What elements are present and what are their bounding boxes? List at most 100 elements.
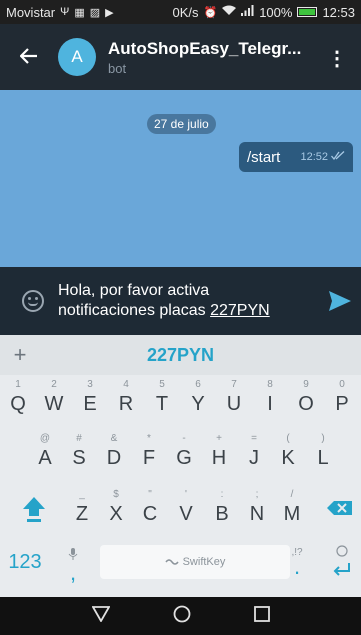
shift-key[interactable]	[16, 485, 52, 531]
key-z[interactable]: _ Z	[64, 485, 100, 531]
key-c-sub: "	[148, 489, 152, 500]
key-v[interactable]: ' V	[168, 485, 204, 531]
key-p[interactable]: 0P	[324, 375, 360, 421]
space-brand-label: SwiftKey	[182, 556, 226, 568]
network-speed: 0K/s	[172, 4, 199, 20]
key-h-sub: +	[216, 433, 222, 444]
key-u[interactable]: 7U	[216, 375, 252, 421]
message-input[interactable]: Hola, por favor activa notificaciones pl…	[58, 281, 318, 321]
key-q-label: Q	[10, 393, 26, 415]
key-w-sub: 2	[51, 379, 57, 390]
key-o-sub: 9	[303, 379, 309, 390]
wifi-icon	[222, 5, 237, 19]
backspace-key[interactable]	[322, 485, 358, 531]
input-line-1: Hola, por favor activa	[58, 282, 210, 299]
key-n[interactable]: ; N	[239, 485, 275, 531]
message-time: 12:52	[300, 151, 328, 163]
key-m[interactable]: / M	[274, 485, 310, 531]
key-r-label: R	[118, 393, 134, 415]
input-underlined-word: 227PYN	[210, 302, 270, 319]
comma-label: ,	[69, 560, 77, 585]
key-a-sub: @	[39, 433, 51, 444]
suggestion-bar: + 227PYN	[0, 335, 361, 375]
key-a[interactable]: @ A	[27, 429, 63, 475]
period-key[interactable]: ,!? .	[280, 539, 314, 585]
key-q[interactable]: 1Q	[0, 375, 36, 421]
input-line-2-text: notificaciones placas	[58, 302, 211, 319]
key-i[interactable]: 8I	[252, 375, 288, 421]
key-u-sub: 7	[231, 379, 237, 390]
navigation-bar	[0, 597, 361, 635]
clock: 12:53	[322, 4, 355, 20]
key-c[interactable]: " C	[132, 485, 168, 531]
key-d[interactable]: & D	[96, 429, 132, 475]
key-t[interactable]: 5T	[144, 375, 180, 421]
back-nav-icon[interactable]	[90, 605, 111, 627]
double-check-icon	[331, 151, 345, 163]
key-v-label: V	[179, 503, 193, 525]
backspace-icon	[327, 501, 352, 515]
key-d-sub: &	[110, 433, 118, 444]
key-k-sub: (	[286, 433, 290, 444]
recents-nav-icon[interactable]	[253, 605, 270, 627]
key-r-sub: 4	[123, 379, 129, 390]
key-k[interactable]: (K	[270, 429, 306, 475]
comma-key[interactable]: ,	[58, 539, 88, 585]
key-b[interactable]: :B	[204, 485, 240, 531]
key-t-label: T	[155, 393, 169, 415]
date-divider: 27 de julio	[147, 114, 216, 134]
key-h-label: H	[211, 447, 227, 469]
key-j-label: J	[249, 447, 259, 469]
battery-percent: 100%	[259, 4, 293, 20]
enter-key[interactable]	[324, 539, 360, 585]
emoji-icon[interactable]	[22, 290, 44, 312]
key-p-label: P	[335, 393, 349, 415]
key-w[interactable]: 2W	[36, 375, 72, 421]
key-g-sub: -	[182, 433, 186, 444]
outgoing-message[interactable]: /start 12:52	[239, 142, 353, 172]
suggestion-word[interactable]: 227PYN	[0, 345, 361, 366]
key-c-label: C	[142, 503, 158, 525]
key-j[interactable]: = J	[236, 429, 272, 475]
image-notification-icon: ▨	[89, 6, 101, 19]
emoji-enter-icon	[333, 545, 350, 576]
key-h[interactable]: + H	[201, 429, 237, 475]
battery-icon	[297, 7, 318, 17]
key-s[interactable]: # S	[61, 429, 97, 475]
key-e[interactable]: 3E	[72, 375, 108, 421]
key-l[interactable]: ) L	[305, 429, 341, 475]
key-o[interactable]: 9O	[288, 375, 324, 421]
input-line-2: notificaciones placas 227PYN	[58, 301, 318, 321]
key-e-label: E	[83, 393, 97, 415]
chat-title[interactable]: AutoShopEasy_Telegr...	[108, 39, 301, 59]
key-f[interactable]: * F	[131, 429, 167, 475]
key-l-sub: )	[321, 433, 325, 444]
key-e-sub: 3	[87, 379, 93, 390]
key-y[interactable]: 6Y	[180, 375, 216, 421]
more-vert-icon[interactable]: ⋮	[327, 46, 347, 71]
numbers-key[interactable]: 123	[0, 539, 50, 585]
signal-icon	[241, 5, 254, 19]
space-key[interactable]: SwiftKey	[100, 545, 290, 579]
key-p-sub: 0	[339, 379, 345, 390]
key-r[interactable]: 4R	[108, 375, 144, 421]
media-notification-icon: ▶	[105, 6, 114, 19]
back-arrow-icon[interactable]	[0, 43, 58, 71]
avatar[interactable]: A	[58, 38, 96, 76]
key-f-sub: *	[147, 433, 151, 444]
key-d-label: D	[106, 447, 122, 469]
key-n-label: N	[249, 503, 265, 525]
chat-subtitle: bot	[108, 60, 127, 76]
key-w-label: W	[44, 393, 64, 415]
key-x-sub: $	[113, 489, 119, 500]
message-composer: Hola, por favor activa notificaciones pl…	[0, 267, 361, 335]
key-x[interactable]: $ X	[98, 485, 134, 531]
key-g[interactable]: -G	[166, 429, 202, 475]
key-k-label: K	[281, 447, 295, 469]
chat-header: A AutoShopEasy_Telegr... bot ⋮	[0, 24, 361, 90]
send-icon[interactable]	[329, 291, 351, 316]
keyboard: + 227PYN 1Q 2W 3E 4R 5T 6Y 7U 8I 9O 0P @…	[0, 335, 361, 597]
key-s-label: S	[72, 447, 86, 469]
home-nav-icon[interactable]	[173, 605, 191, 628]
period-label: .	[293, 554, 301, 579]
